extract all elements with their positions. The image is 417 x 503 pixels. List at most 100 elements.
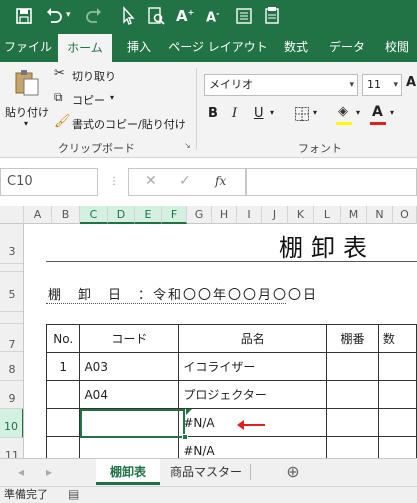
column-header[interactable]: O (393, 206, 417, 224)
paste-icon[interactable] (12, 68, 40, 96)
header-name[interactable]: 品名 (178, 324, 328, 353)
insert-function-button[interactable]: fx (215, 174, 226, 188)
column-header[interactable]: K (288, 206, 314, 224)
cell-name[interactable]: #N/A (178, 436, 328, 458)
sheet-tab-product-master[interactable]: 商品マスター (164, 459, 248, 485)
header-qty[interactable]: 数 (377, 324, 417, 353)
cell-no[interactable] (45, 436, 81, 458)
active-cell-selection[interactable] (80, 409, 185, 438)
name-box-handle-icon[interactable]: ⋮ (102, 168, 126, 196)
cell-qty[interactable] (377, 436, 417, 458)
row-header[interactable]: 10 (0, 409, 23, 438)
font-grow-icon[interactable]: A+ (176, 7, 196, 27)
border-icon[interactable] (294, 106, 310, 122)
cell-name[interactable]: プロジェクター (178, 380, 328, 409)
column-header[interactable]: J (262, 206, 288, 224)
column-header[interactable]: H (212, 206, 237, 224)
cell-code[interactable]: A03 (79, 352, 180, 381)
header-no[interactable]: No. (45, 324, 81, 353)
tab-page-layout[interactable]: ページ レイアウト (166, 32, 270, 62)
row-header[interactable]: 8 (0, 352, 23, 381)
italic-button[interactable]: I (232, 106, 237, 121)
worksheet[interactable]: 棚卸表 棚 卸 日 ：令和〇〇年〇〇月〇〇日 No. コード 品名 棚番 数 1… (24, 224, 417, 458)
column-header[interactable]: I (237, 206, 262, 224)
add-sheet-icon[interactable]: ⊕ (282, 459, 304, 485)
font-color-dropdown-icon[interactable]: ▾ (390, 108, 394, 117)
font-grow-button[interactable]: A (406, 75, 416, 90)
row-header[interactable]: 3 (0, 224, 23, 264)
row-header[interactable]: 6 (0, 312, 23, 324)
pointer-icon[interactable] (118, 6, 138, 26)
tab-review[interactable]: 校閲 (376, 32, 417, 62)
cell-shelf[interactable] (326, 380, 379, 409)
form2-icon[interactable] (262, 6, 282, 26)
column-header[interactable]: G (187, 206, 212, 224)
column-header[interactable]: F (162, 206, 187, 224)
paste-button[interactable]: 貼り付け (5, 104, 49, 120)
column-header[interactable]: L (314, 206, 341, 224)
bold-button[interactable]: B (208, 106, 218, 121)
tab-data[interactable]: データ (322, 32, 372, 62)
copy-button[interactable]: コピー (72, 92, 105, 108)
copy-dropdown-icon[interactable]: ▾ (110, 93, 114, 102)
font-shrink-icon[interactable]: A- (206, 9, 226, 29)
row-header[interactable]: 11 (0, 438, 23, 458)
cell-qty[interactable] (377, 380, 417, 409)
redo-icon[interactable] (84, 6, 104, 26)
tab-home[interactable]: ホーム (58, 34, 112, 62)
font-name-combo[interactable]: メイリオ ▾ (204, 74, 358, 96)
row-header[interactable]: 9 (0, 381, 23, 409)
cell-code[interactable]: A04 (79, 380, 180, 409)
enter-icon[interactable]: ✓ (179, 173, 191, 189)
cell-shelf[interactable] (326, 436, 379, 458)
row-header[interactable]: 7 (0, 324, 23, 352)
cell-no[interactable] (45, 408, 81, 437)
header-code[interactable]: コード (79, 324, 180, 353)
cancel-icon[interactable]: ✕ (145, 173, 157, 189)
row-header[interactable]: 5 (0, 272, 23, 312)
column-header[interactable]: M (341, 206, 367, 224)
formula-input[interactable] (246, 168, 417, 196)
row-header[interactable]: 4 (0, 264, 23, 272)
sheet-tab-inventory[interactable]: 棚卸表 (96, 459, 160, 485)
font-color-button[interactable]: A (372, 104, 383, 120)
column-header[interactable]: C (80, 206, 108, 224)
cell-qty[interactable] (377, 408, 417, 437)
column-header[interactable]: N (367, 206, 393, 224)
error-indicator-icon[interactable] (186, 409, 192, 415)
column-header[interactable]: B (52, 206, 80, 224)
macro-record-icon[interactable]: ▤ (68, 486, 79, 502)
scroll-left-icon[interactable]: ◂ (12, 459, 30, 485)
undo-dropdown-icon[interactable]: ▾ (66, 10, 86, 30)
form-icon[interactable] (234, 6, 254, 26)
cut-button[interactable]: 切り取り (72, 68, 116, 84)
name-box[interactable]: C10 (0, 168, 98, 196)
fill-handle[interactable] (182, 434, 188, 440)
cell-qty[interactable] (377, 352, 417, 381)
cell-shelf[interactable] (326, 352, 379, 381)
select-all-corner[interactable] (0, 206, 24, 224)
cell-no[interactable]: 1 (45, 352, 81, 381)
underline-dropdown-icon[interactable]: ▾ (270, 108, 274, 117)
undo-icon[interactable] (44, 6, 64, 26)
print-preview-icon[interactable] (146, 6, 166, 26)
column-header[interactable]: A (24, 206, 52, 224)
underline-button[interactable]: U (254, 106, 264, 121)
column-header[interactable]: D (108, 206, 135, 224)
format-painter-button[interactable]: 書式のコピー/貼り付け (72, 116, 186, 132)
cell-code[interactable] (79, 436, 180, 458)
scroll-right-icon[interactable]: ▸ (40, 459, 58, 485)
tab-insert[interactable]: 挿入 (116, 32, 162, 62)
cell-shelf[interactable] (326, 408, 379, 437)
cell-name[interactable]: イコライザー (178, 352, 328, 381)
column-header[interactable]: E (135, 206, 162, 224)
clipboard-launcher-icon[interactable]: ↘ (184, 141, 191, 150)
save-icon[interactable] (14, 6, 34, 26)
fill-dropdown-icon[interactable]: ▾ (356, 108, 360, 117)
font-size-combo[interactable]: 11 ▾ (362, 74, 402, 96)
tab-file[interactable]: ファイル (0, 32, 56, 62)
fill-color-icon[interactable]: ◈ (338, 104, 348, 119)
cell-name[interactable]: #N/A (178, 408, 328, 437)
paste-dropdown-icon[interactable]: ▾ (24, 119, 28, 128)
border-dropdown-icon[interactable]: ▾ (313, 108, 317, 117)
